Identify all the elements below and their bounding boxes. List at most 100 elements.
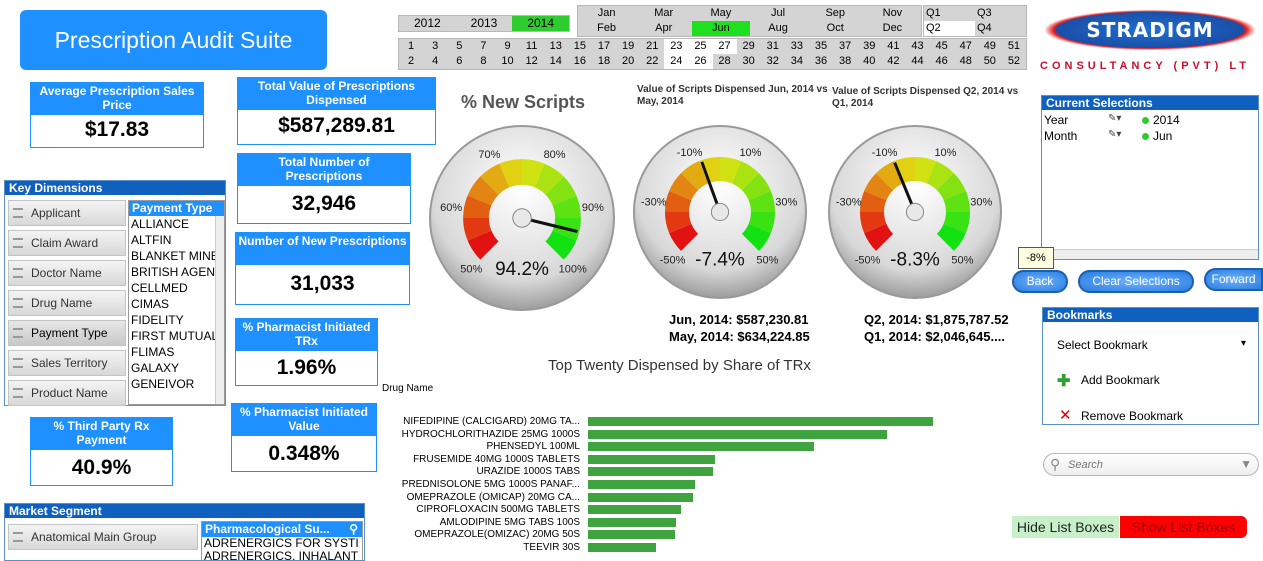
close-icon[interactable]: ✕ — [1059, 406, 1072, 424]
bar[interactable] — [588, 467, 713, 477]
week-option[interactable]: 15 — [568, 39, 592, 54]
year-option[interactable]: 2013 — [456, 16, 513, 31]
week-option[interactable]: 38 — [833, 54, 857, 69]
list-item[interactable]: FIDELITY — [129, 312, 217, 328]
month-option[interactable]: Apr — [635, 21, 692, 36]
show-list-boxes-button[interactable]: Show List Boxes — [1120, 516, 1247, 538]
week-option[interactable]: 11 — [520, 39, 544, 54]
eraser-icon[interactable]: ✎▾ — [1108, 113, 1121, 124]
week-option[interactable]: 17 — [592, 39, 616, 54]
week-option[interactable]: 21 — [640, 39, 664, 54]
week-option[interactable]: 52 — [1002, 54, 1026, 69]
week-option[interactable]: 47 — [954, 39, 978, 54]
list-item[interactable]: FIRST MUTUAL — [129, 328, 217, 344]
month-option[interactable]: Feb — [578, 21, 635, 36]
week-option[interactable]: 29 — [737, 39, 761, 54]
week-option[interactable]: 42 — [881, 54, 905, 69]
dimension-button[interactable]: Anatomical Main Group — [8, 524, 198, 550]
week-option[interactable]: 3 — [423, 39, 447, 54]
week-option[interactable]: 39 — [857, 39, 881, 54]
list-item[interactable]: BRITISH AGENC — [129, 264, 217, 280]
week-option[interactable]: 2 — [399, 54, 423, 69]
list-item[interactable]: CELLMED — [129, 280, 217, 296]
list-item[interactable]: GALAXY — [129, 360, 217, 376]
dimension-button[interactable]: Product Name — [8, 380, 126, 406]
week-option[interactable]: 28 — [713, 54, 737, 69]
list-item[interactable]: ADRENERGICS, INHALANT — [202, 550, 362, 560]
list-item[interactable]: ALTFIN — [129, 232, 217, 248]
search-icon[interactable]: ⚲ — [349, 522, 358, 537]
week-option[interactable]: 6 — [447, 54, 471, 69]
back-button[interactable]: Back — [1012, 270, 1068, 293]
week-option[interactable]: 30 — [737, 54, 761, 69]
month-option[interactable]: Dec — [864, 21, 921, 36]
week-option[interactable]: 50 — [978, 54, 1002, 69]
chevron-down-icon[interactable]: ▾ — [1241, 338, 1246, 349]
list-item[interactable]: FLIMAS — [129, 344, 217, 360]
listbox-scrollbar[interactable] — [215, 216, 224, 404]
eraser-icon[interactable]: ✎▾ — [1108, 129, 1121, 140]
week-option[interactable]: 20 — [616, 54, 640, 69]
week-option[interactable]: 4 — [423, 54, 447, 69]
week-option[interactable]: 5 — [447, 39, 471, 54]
list-item[interactable]: BLANKET MINES — [129, 248, 217, 264]
year-option[interactable]: 2014 — [512, 16, 570, 31]
pharmacological-listbox[interactable]: Pharmacological Su... ⚲ ADRENERGICS FOR … — [201, 521, 363, 560]
dimension-button[interactable]: Sales Territory — [8, 350, 126, 376]
select-bookmark-dropdown[interactable]: Select Bookmark — [1057, 338, 1148, 352]
week-option[interactable]: 9 — [495, 39, 519, 54]
add-bookmark-button[interactable]: Add Bookmark — [1081, 373, 1160, 387]
bar[interactable] — [588, 429, 887, 439]
week-option[interactable]: 34 — [785, 54, 809, 69]
search-box[interactable]: ⚲ ▼ — [1043, 453, 1259, 476]
quarter-option[interactable]: Q1 — [924, 6, 975, 21]
plus-icon[interactable]: ✚ — [1057, 371, 1070, 391]
week-option[interactable]: 48 — [954, 54, 978, 69]
month-option[interactable]: Aug — [750, 21, 807, 36]
week-option[interactable]: 45 — [930, 39, 954, 54]
month-option[interactable]: Mar — [635, 6, 692, 21]
week-option[interactable]: 1 — [399, 39, 423, 54]
week-option[interactable]: 13 — [544, 39, 568, 54]
month-option[interactable]: Nov — [864, 6, 921, 21]
bar[interactable] — [588, 442, 814, 452]
week-option[interactable]: 35 — [809, 39, 833, 54]
forward-button[interactable]: Forward — [1204, 268, 1263, 291]
month-option[interactable]: Oct — [807, 21, 864, 36]
quarter-option[interactable]: Q4 — [975, 21, 1026, 36]
week-option[interactable]: 46 — [930, 54, 954, 69]
week-option[interactable]: 33 — [785, 39, 809, 54]
week-option[interactable]: 41 — [881, 39, 905, 54]
week-option[interactable]: 22 — [640, 54, 664, 69]
dimension-button[interactable]: Doctor Name — [8, 260, 126, 286]
month-option[interactable]: May — [692, 6, 749, 21]
week-option[interactable]: 43 — [905, 39, 929, 54]
horizontal-scrollbar[interactable] — [1042, 249, 1258, 259]
bar[interactable] — [588, 480, 695, 489]
bar[interactable] — [588, 417, 933, 426]
hide-list-boxes-button[interactable]: Hide List Boxes — [1012, 516, 1119, 538]
week-option[interactable]: 16 — [568, 54, 592, 69]
dimension-button[interactable]: Claim Award — [8, 230, 126, 256]
week-option[interactable]: 31 — [761, 39, 785, 54]
week-option[interactable]: 26 — [688, 54, 713, 69]
bar[interactable] — [588, 505, 681, 515]
list-item[interactable]: ALLIANCE — [129, 216, 217, 232]
chevron-down-icon[interactable]: ▼ — [1240, 457, 1252, 471]
list-item[interactable]: CIMAS — [129, 296, 217, 312]
search-input[interactable] — [1068, 457, 1228, 473]
list-item[interactable]: ADRENERGICS FOR SYSTI — [202, 537, 362, 550]
month-option[interactable]: Sep — [807, 6, 864, 21]
dimension-button[interactable]: Payment Type — [8, 320, 126, 346]
week-option[interactable]: 37 — [833, 39, 857, 54]
week-option[interactable]: 10 — [495, 54, 519, 69]
week-option[interactable]: 24 — [664, 54, 689, 69]
payment-type-listbox[interactable]: Payment Type ALLIANCEALTFINBLANKET MINES… — [128, 200, 225, 405]
quarter-option[interactable]: Q3 — [975, 6, 1026, 21]
bar[interactable] — [588, 543, 656, 552]
week-option[interactable]: 32 — [761, 54, 785, 69]
week-option[interactable]: 27 — [712, 39, 737, 54]
week-option[interactable]: 51 — [1002, 39, 1026, 54]
bar[interactable] — [588, 454, 715, 464]
clear-selections-button[interactable]: Clear Selections — [1078, 270, 1194, 293]
